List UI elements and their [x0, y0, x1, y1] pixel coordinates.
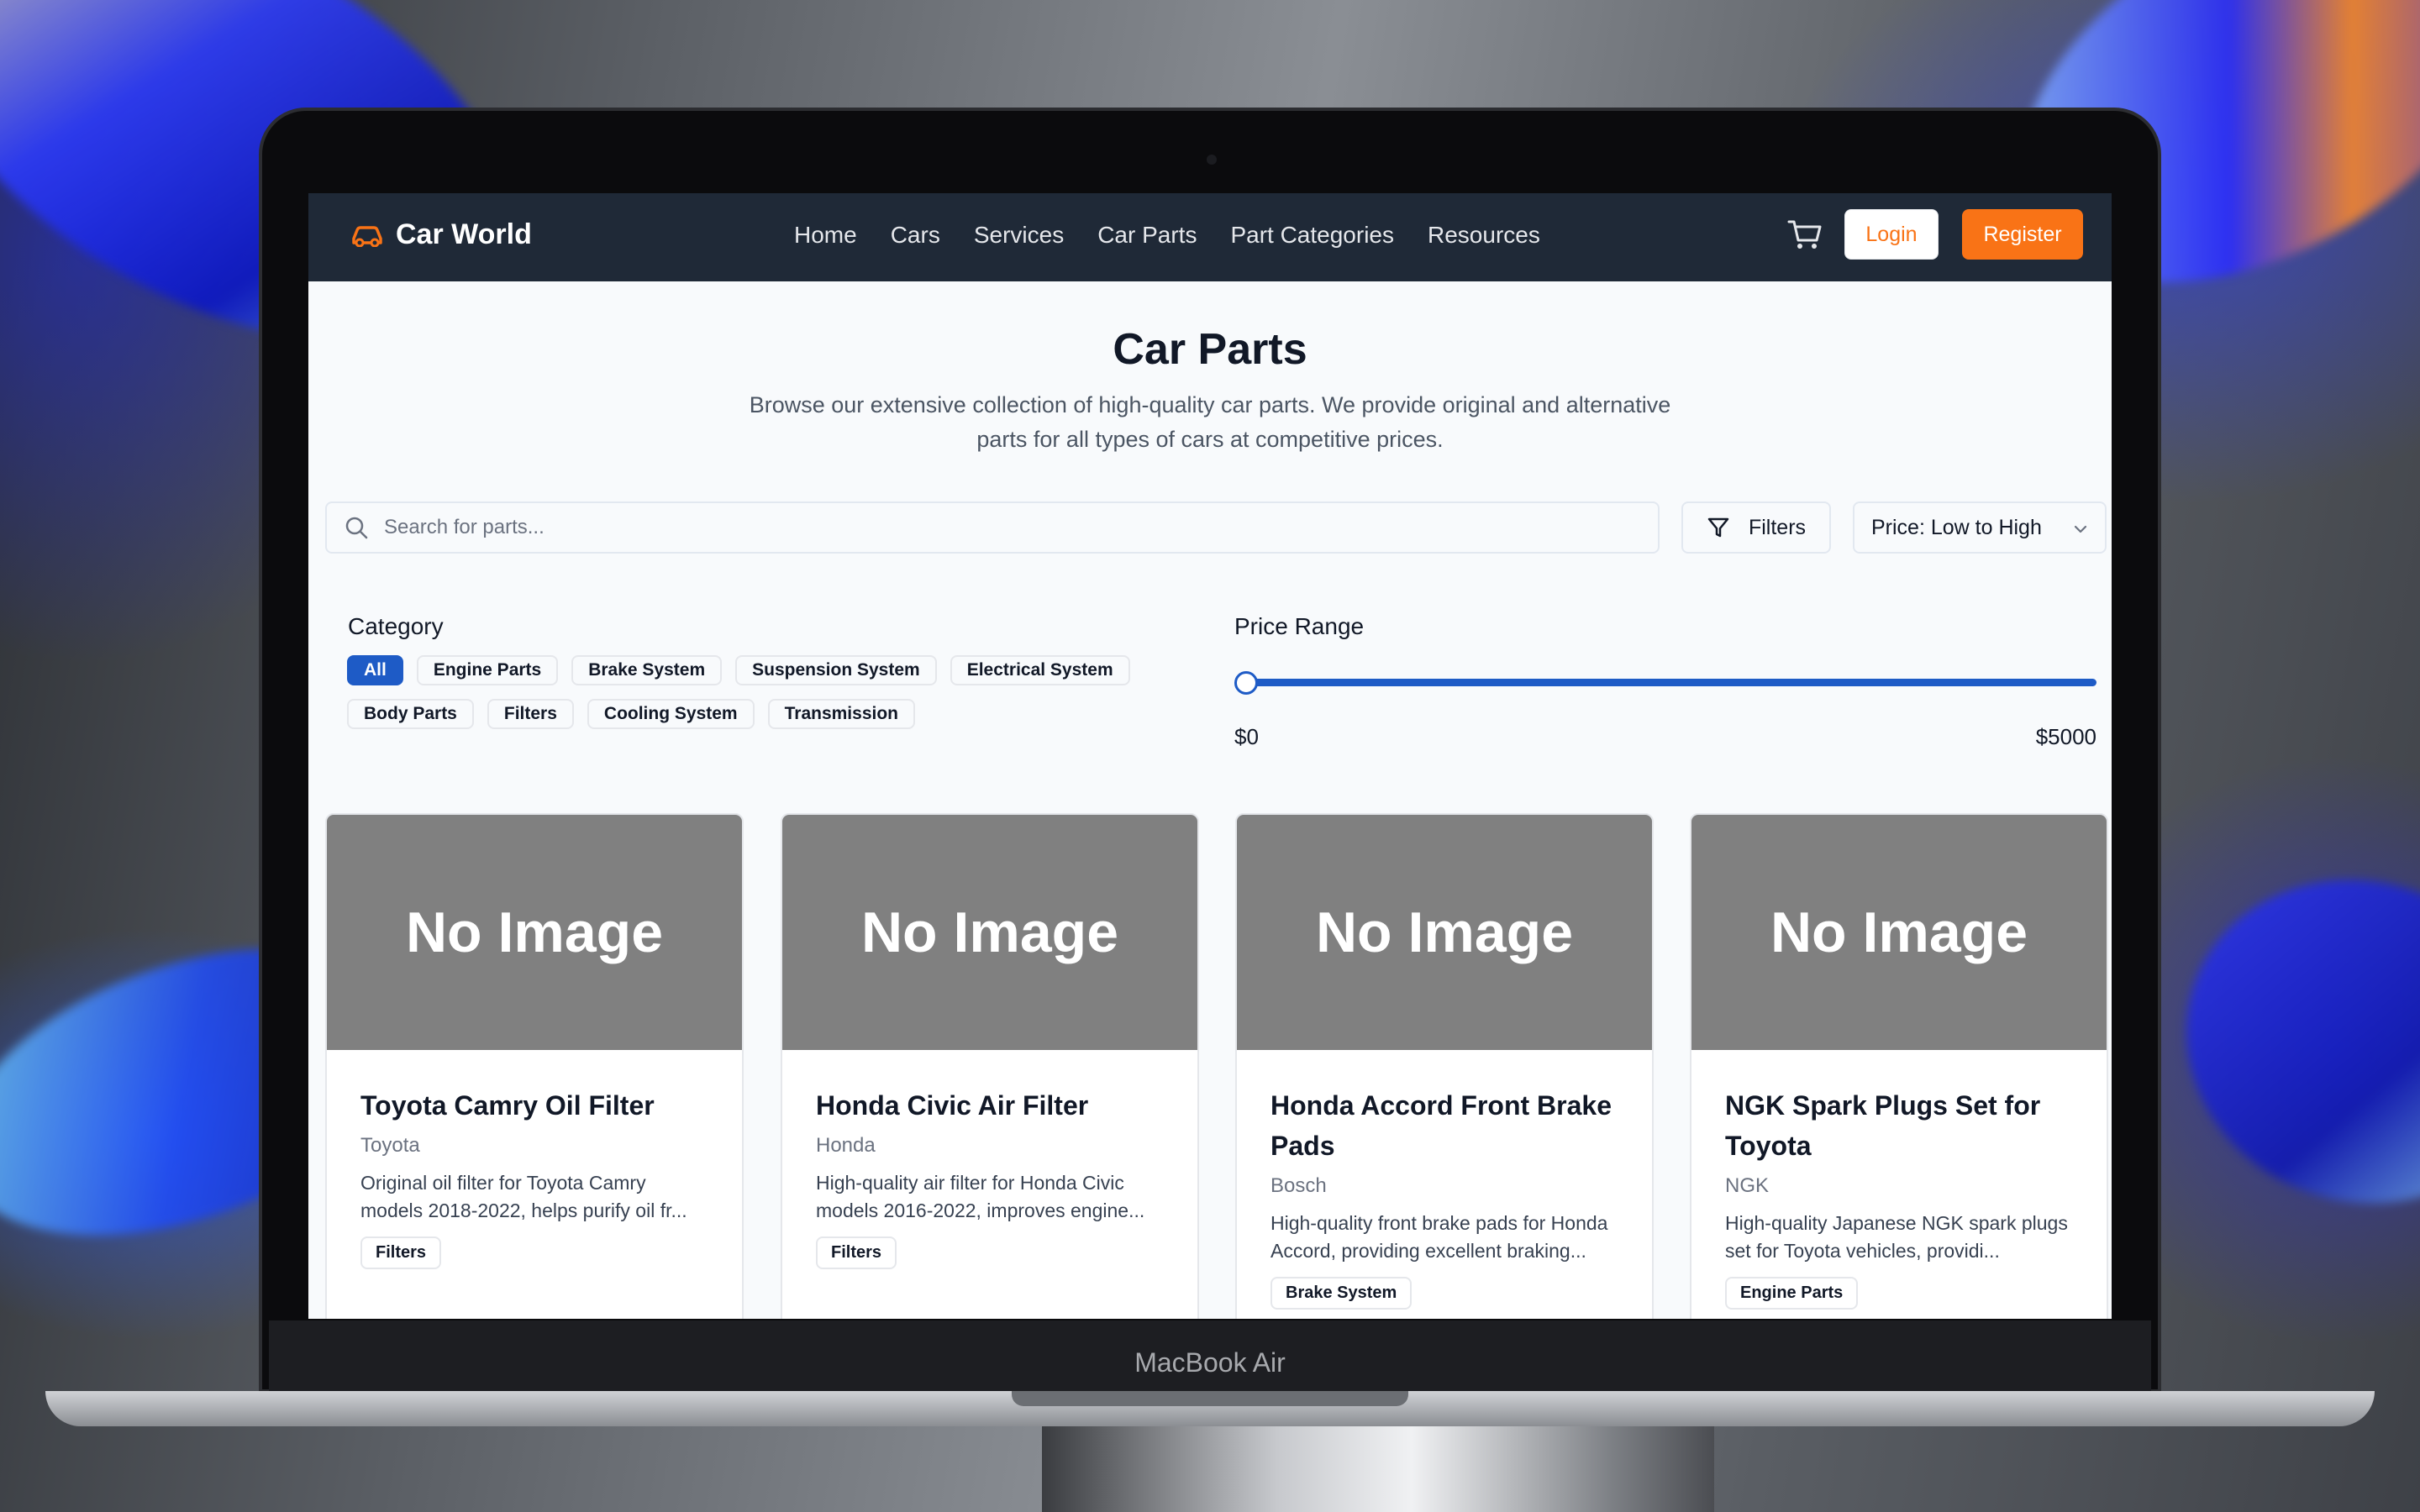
- product-card[interactable]: No Image Honda Civic Air Filter Honda Hi…: [781, 813, 1199, 1319]
- product-category-tag: Engine Parts: [1725, 1277, 1859, 1310]
- product-brand: Toyota: [360, 1134, 420, 1157]
- price-range-label: Price Range: [1234, 613, 1365, 639]
- price-max-label: $5000: [2035, 724, 2096, 749]
- product-title[interactable]: Toyota Camry Oil Filter: [360, 1085, 708, 1126]
- nav-link-services[interactable]: Services: [974, 222, 1064, 249]
- product-brand: NGK: [1725, 1174, 1770, 1197]
- filters-button-label: Filters: [1748, 515, 1807, 539]
- register-button[interactable]: Register: [1962, 209, 2083, 260]
- product-card[interactable]: No Image Honda Accord Front Brake Pads B…: [1235, 813, 1654, 1319]
- brand-name: Car World: [396, 218, 532, 250]
- no-image-text: No Image: [1770, 900, 2028, 964]
- product-category-tag: Filters: [360, 1236, 442, 1269]
- abstract-shape: [2140, 831, 2420, 1252]
- product-title[interactable]: Honda Civic Air Filter: [816, 1085, 1164, 1126]
- no-image-text: No Image: [860, 900, 1119, 964]
- sort-selected-value: Price: Low to High: [1871, 515, 2042, 539]
- product-card[interactable]: No Image NGK Spark Plugs Set for Toyota …: [1690, 813, 2108, 1319]
- nav-link-resources[interactable]: Resources: [1428, 222, 1540, 249]
- product-category-tag: Brake System: [1270, 1277, 1413, 1310]
- nav-link-cars[interactable]: Cars: [891, 222, 940, 249]
- price-slider-track[interactable]: [1246, 679, 2096, 686]
- sort-select[interactable]: Price: Low to High: [1853, 501, 2107, 554]
- nav-link-car-parts[interactable]: Car Parts: [1097, 222, 1197, 249]
- product-brand: Honda: [816, 1134, 876, 1157]
- no-image-text: No Image: [405, 900, 664, 964]
- navbar: Car World Home Cars Services Car Parts P…: [308, 193, 2112, 281]
- chip-filters[interactable]: Filters: [487, 699, 574, 729]
- product-image-placeholder: No Image: [327, 815, 742, 1050]
- category-label: Category: [348, 613, 444, 639]
- chip-brake-system[interactable]: Brake System: [571, 655, 723, 685]
- product-title[interactable]: NGK Spark Plugs Set for Toyota: [1725, 1085, 2073, 1166]
- page-subtitle: Browse our extensive collection of high-…: [749, 392, 1671, 452]
- login-button[interactable]: Login: [1844, 209, 1939, 260]
- no-image-text: No Image: [1315, 900, 1574, 964]
- device-label: MacBook Air: [1134, 1347, 1286, 1378]
- product-brand: Bosch: [1270, 1174, 1327, 1197]
- car-icon: [352, 225, 382, 247]
- price-min-label: $0: [1234, 724, 1259, 749]
- desk-stand: [1042, 1426, 1714, 1512]
- product-card[interactable]: No Image Toyota Camry Oil Filter Toyota …: [325, 813, 744, 1319]
- product-description: High-quality Japanese NGK spark plugs se…: [1725, 1212, 2068, 1262]
- filters-button[interactable]: Filters: [1681, 501, 1831, 554]
- brand-logo[interactable]: Car World: [350, 218, 532, 251]
- nav-link-part-categories[interactable]: Part Categories: [1230, 222, 1394, 249]
- cart-icon[interactable]: [1786, 215, 1824, 254]
- laptop-notch: [1012, 1391, 1408, 1406]
- chip-electrical-system[interactable]: Electrical System: [950, 655, 1130, 685]
- browser-screen: Car World Home Cars Services Car Parts P…: [308, 193, 2112, 1319]
- product-description: High-quality front brake pads for Honda …: [1270, 1212, 1608, 1262]
- product-description: High-quality air filter for Honda Civic …: [816, 1172, 1145, 1221]
- webcam: [1207, 155, 1217, 165]
- product-image-placeholder: No Image: [782, 815, 1197, 1050]
- chevron-down-icon: [2074, 525, 2087, 533]
- chip-transmission[interactable]: Transmission: [767, 699, 915, 729]
- filter-icon: [1707, 517, 1729, 538]
- nav-link-home[interactable]: Home: [794, 222, 857, 249]
- chip-cooling-system[interactable]: Cooling System: [587, 699, 755, 729]
- search-bar: [325, 501, 1660, 554]
- product-description: Original oil filter for Toyota Camry mod…: [360, 1172, 687, 1221]
- chip-suspension-system[interactable]: Suspension System: [735, 655, 937, 685]
- nav-links: Home Cars Services Car Parts Part Catego…: [794, 222, 1540, 249]
- category-chips: All Engine Parts Brake System Suspension…: [347, 655, 1187, 743]
- product-category-tag: Filters: [816, 1236, 897, 1269]
- page-title: Car Parts: [1113, 325, 1307, 374]
- chip-engine-parts[interactable]: Engine Parts: [416, 655, 559, 685]
- search-icon: [345, 517, 368, 539]
- product-image-placeholder: No Image: [1237, 815, 1652, 1050]
- search-input[interactable]: [384, 516, 1560, 539]
- product-image-placeholder: No Image: [1691, 815, 2107, 1050]
- chip-all[interactable]: All: [347, 655, 403, 685]
- chip-body-parts[interactable]: Body Parts: [347, 699, 474, 729]
- price-slider-thumb[interactable]: [1234, 671, 1258, 695]
- product-title[interactable]: Honda Accord Front Brake Pads: [1270, 1085, 1618, 1166]
